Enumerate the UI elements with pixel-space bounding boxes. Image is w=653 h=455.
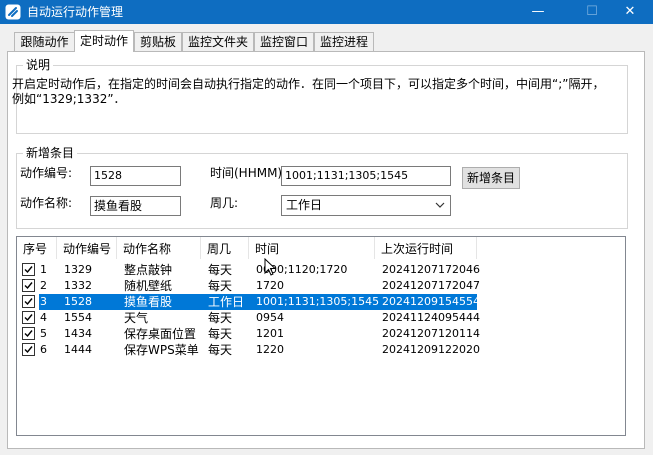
list-header: 序号 动作编号 动作名称 周几 时间 上次运行时间	[17, 237, 625, 259]
row-checkbox[interactable]	[22, 327, 35, 340]
row-checkbox[interactable]	[22, 295, 35, 308]
action-name-input[interactable]: 摸鱼看股	[90, 196, 181, 216]
column-header-weekday[interactable]: 周几	[201, 237, 249, 259]
weekday-label: 周几:	[210, 196, 239, 210]
weekday-select-value: 工作日	[286, 198, 323, 212]
cell-weekday: 每天	[208, 263, 233, 277]
cell-action-name: 摸鱼看股	[124, 295, 173, 309]
table-row[interactable]: 6 1444 保存WPS菜单 每天 1220 20241209122020	[17, 342, 625, 358]
action-id-input[interactable]: 1528	[90, 166, 181, 186]
cell-time: 1001;1131;1305;1545	[256, 295, 380, 308]
cell-action-name: 天气	[124, 311, 149, 325]
cell-weekday: 每天	[208, 327, 233, 341]
column-header-last-run[interactable]: 上次运行时间	[375, 237, 477, 259]
cell-last-run: 20241209154554	[382, 295, 480, 308]
cell-weekday: 工作日	[208, 295, 245, 309]
window-title: 自动运行动作管理	[27, 5, 124, 19]
column-header-action-name[interactable]: 动作名称	[117, 237, 201, 259]
tab-watch-process[interactable]: 监控进程	[314, 32, 374, 51]
tab-watch-window[interactable]: 监控窗口	[254, 32, 314, 51]
cell-weekday: 每天	[208, 311, 233, 325]
cell-action-id: 1434	[64, 327, 92, 340]
tab-follow-action[interactable]: 跟随动作	[14, 32, 75, 51]
close-button[interactable]: ✕	[607, 0, 653, 24]
cell-no: 5	[40, 327, 47, 340]
cell-action-name: 随机壁纸	[124, 279, 173, 293]
tab-watch-folder[interactable]: 监控文件夹	[182, 32, 254, 51]
new-entry-group: 新增条目	[16, 145, 628, 229]
checkmark-icon	[24, 266, 33, 274]
add-entry-button[interactable]: 新增条目	[462, 167, 520, 189]
checkmark-icon	[24, 330, 33, 338]
timed-action-list[interactable]: 序号 动作编号 动作名称 周几 时间 上次运行时间 1 1329 整点敲钟 每天…	[16, 236, 626, 436]
cell-action-id: 1332	[64, 279, 92, 292]
action-name-label: 动作名称:	[20, 196, 73, 210]
row-checkbox[interactable]	[22, 311, 35, 324]
description-legend: 说明	[23, 57, 54, 73]
cell-no: 4	[40, 311, 47, 324]
minimize-button[interactable]: —	[515, 0, 561, 24]
column-header-time[interactable]: 时间	[249, 237, 375, 259]
cell-no: 1	[40, 263, 47, 276]
cell-no: 2	[40, 279, 47, 292]
cell-last-run: 20241207172046	[382, 263, 480, 276]
cell-time: 0954	[256, 311, 284, 324]
cell-action-name: 整点敲钟	[124, 263, 173, 277]
checkmark-icon	[24, 346, 33, 354]
action-id-label: 动作编号:	[20, 166, 73, 180]
checkmark-icon	[24, 282, 33, 290]
cell-last-run: 20241207120114	[382, 327, 480, 340]
title-bar: 自动运行动作管理 — ☐ ✕	[0, 0, 653, 24]
mouse-cursor-icon	[264, 258, 276, 276]
tab-clipboard[interactable]: 剪贴板	[134, 32, 182, 51]
table-row[interactable]: 1 1329 整点敲钟 每天 0000;1120;1720 2024120717…	[17, 262, 625, 278]
cell-action-id: 1444	[64, 343, 92, 356]
cell-last-run: 20241207172047	[382, 279, 480, 292]
weekday-select[interactable]: 工作日	[281, 195, 451, 216]
checkmark-icon	[24, 314, 33, 322]
cell-time: 1201	[256, 327, 284, 340]
column-header-no[interactable]: 序号	[17, 237, 57, 259]
chevron-down-icon	[435, 202, 445, 208]
cell-time: 1720	[256, 279, 284, 292]
table-row[interactable]: 2 1332 随机壁纸 每天 1720 20241207172047	[17, 278, 625, 294]
column-header-action-id[interactable]: 动作编号	[57, 237, 117, 259]
time-label: 时间(HHMM):	[210, 166, 287, 180]
cell-weekday: 每天	[208, 279, 233, 293]
cell-action-id: 1528	[64, 295, 92, 308]
cell-action-name: 保存WPS菜单	[124, 343, 199, 357]
cell-weekday: 每天	[208, 343, 233, 357]
row-checkbox[interactable]	[22, 263, 35, 276]
new-entry-legend: 新增条目	[23, 145, 78, 161]
cell-no: 3	[40, 295, 47, 308]
cell-no: 6	[40, 343, 47, 356]
table-row[interactable]: 5 1434 保存桌面位置 每天 1201 20241207120114	[17, 326, 625, 342]
table-row[interactable]: 4 1554 天气 每天 0954 20241124095444	[17, 310, 625, 326]
row-checkbox[interactable]	[22, 343, 35, 356]
tab-timed-action[interactable]: 定时动作	[74, 30, 134, 52]
cell-time: 1220	[256, 343, 284, 356]
row-checkbox[interactable]	[22, 279, 35, 292]
cell-last-run: 20241124095444	[382, 311, 480, 324]
cell-action-id: 1329	[64, 263, 92, 276]
cell-last-run: 20241209122020	[382, 343, 480, 356]
cell-action-id: 1554	[64, 311, 92, 324]
description-text: 开启定时动作后，在指定的时间会自动执行指定的动作．在同一个项目下，可以指定多个时…	[12, 77, 605, 106]
table-row[interactable]: 3 1528 摸鱼看股 工作日 1001;1131;1305;1545 2024…	[17, 294, 625, 310]
app-icon	[5, 4, 21, 20]
checkmark-icon	[24, 298, 33, 306]
cell-action-name: 保存桌面位置	[124, 327, 197, 341]
time-input[interactable]: 1001;1131;1305;1545	[281, 166, 451, 186]
